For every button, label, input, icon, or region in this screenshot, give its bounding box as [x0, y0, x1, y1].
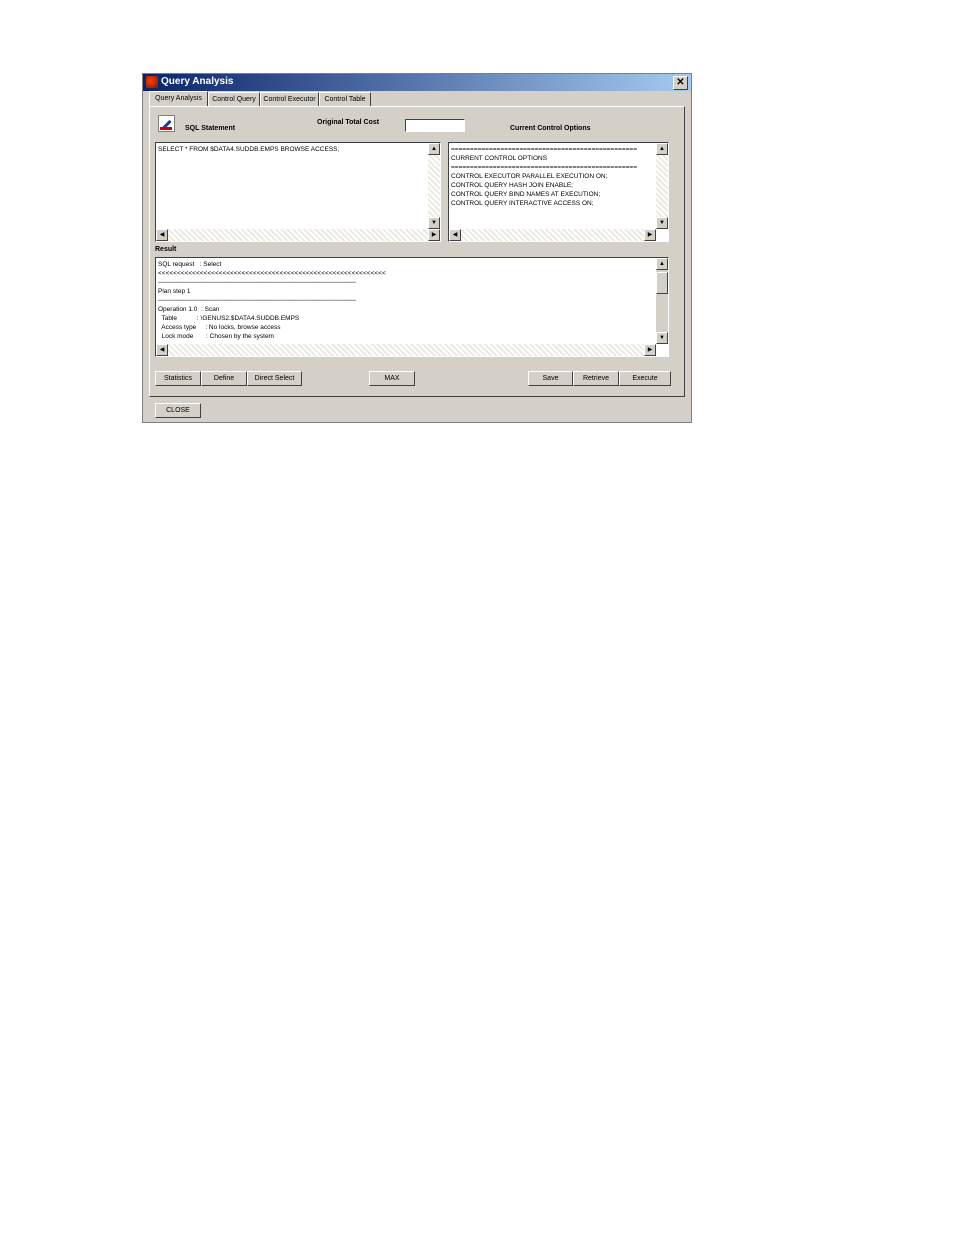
options-horizontal-scrollbar[interactable]: ◀ ▶ — [449, 229, 656, 241]
result-text: SQL request : Select <<<<<<<<<<<<<<<<<<<<… — [158, 260, 386, 341]
sql-pencil-icon[interactable] — [158, 115, 175, 132]
sql-vertical-scrollbar[interactable]: ▲ ▼ — [428, 143, 440, 229]
result-line: SQL request : Select — [158, 261, 222, 268]
save-button[interactable]: Save — [528, 371, 573, 386]
app-icon — [146, 76, 158, 88]
result-line: <<<<<<<<<<<<<<<<<<<<<<<<<<<<<<<<<<<<<<<<… — [158, 270, 386, 277]
scroll-up-icon[interactable]: ▲ — [656, 258, 668, 270]
title-bar[interactable]: Query Analysis ✕ — [143, 74, 691, 91]
close-button[interactable]: CLOSE — [155, 403, 201, 418]
scroll-down-icon[interactable]: ▼ — [428, 217, 440, 229]
control-option-line: CONTROL QUERY INTERACTIVE ACCESS ON; — [451, 200, 594, 207]
scroll-left-icon[interactable]: ◀ — [156, 344, 168, 356]
direct-select-button[interactable]: Direct Select — [247, 371, 302, 386]
tab-control-table[interactable]: Control Table — [319, 92, 371, 106]
result-textarea[interactable]: SQL request : Select <<<<<<<<<<<<<<<<<<<<… — [155, 257, 669, 357]
scroll-down-icon[interactable]: ▼ — [656, 217, 668, 229]
control-option-line: CURRENT CONTROL OPTIONS — [451, 155, 548, 162]
result-line: Table : \GENUS2.$DATA4.SUDDB.EMPS — [158, 315, 300, 322]
query-analysis-window: Query Analysis ✕ Query Analysis Control … — [142, 73, 692, 423]
scroll-down-icon[interactable]: ▼ — [656, 332, 668, 344]
sql-statement-text: SELECT * FROM $DATA4.SUDDB.EMPS BROWSE A… — [158, 146, 340, 153]
control-option-line: ========================================… — [451, 146, 637, 153]
control-option-line: CONTROL QUERY HASH JOIN ENABLE; — [451, 182, 573, 189]
tab-control-query[interactable]: Control Query — [208, 92, 260, 106]
options-vertical-scrollbar[interactable]: ▲ ▼ — [656, 143, 668, 229]
control-option-line: CONTROL EXECUTOR PARALLEL EXECUTION ON; — [451, 173, 608, 180]
current-control-options-label: Current Control Options — [510, 125, 591, 132]
result-line: Plan step 1 — [158, 288, 191, 295]
result-vertical-scrollbar[interactable]: ▲ ▼ — [656, 258, 668, 344]
control-options-text: ========================================… — [451, 145, 637, 208]
max-button[interactable]: MAX — [369, 371, 415, 386]
result-line: Access type : No locks, browse access — [158, 324, 281, 331]
tab-control-executor[interactable]: Control Executor — [260, 92, 319, 106]
original-total-cost-label: Original Total Cost — [317, 119, 380, 126]
control-options-textarea[interactable]: ========================================… — [448, 142, 669, 242]
close-icon[interactable]: ✕ — [673, 76, 688, 90]
scroll-up-icon[interactable]: ▲ — [656, 143, 668, 155]
scroll-right-icon[interactable]: ▶ — [644, 344, 656, 356]
result-label: Result — [155, 246, 177, 253]
scroll-left-icon[interactable]: ◀ — [156, 229, 168, 241]
result-line: Lock mode : Chosen by the system — [158, 333, 274, 340]
original-total-cost-field[interactable] — [405, 119, 465, 132]
result-line: ────────────────────────────────────────… — [158, 297, 357, 304]
result-horizontal-scrollbar[interactable]: ◀ ▶ — [156, 344, 656, 356]
sql-statement-textarea[interactable]: SELECT * FROM $DATA4.SUDDB.EMPS BROWSE A… — [155, 142, 441, 242]
result-line: Operation 1.0 : Scan — [158, 306, 220, 313]
scroll-left-icon[interactable]: ◀ — [449, 229, 461, 241]
tab-query-analysis[interactable]: Query Analysis — [149, 91, 208, 106]
result-line: ────────────────────────────────────────… — [158, 279, 357, 286]
statistics-button[interactable]: Statistics — [155, 371, 201, 386]
query-analysis-panel: SQL Statement Original Total Cost Curren… — [149, 106, 685, 397]
scroll-thumb[interactable] — [656, 272, 668, 294]
sql-horizontal-scrollbar[interactable]: ◀ ▶ — [156, 229, 440, 241]
window-title: Query Analysis — [161, 76, 234, 87]
scroll-up-icon[interactable]: ▲ — [428, 143, 440, 155]
control-option-line: ========================================… — [451, 164, 637, 171]
control-option-line: CONTROL QUERY BIND NAMES AT EXECUTION; — [451, 191, 601, 198]
retrieve-button[interactable]: Retrieve — [573, 371, 619, 386]
scroll-right-icon[interactable]: ▶ — [644, 229, 656, 241]
define-button[interactable]: Define — [201, 371, 247, 386]
scroll-right-icon[interactable]: ▶ — [428, 229, 440, 241]
sql-statement-label: SQL Statement — [185, 125, 236, 132]
execute-button[interactable]: Execute — [619, 371, 671, 386]
